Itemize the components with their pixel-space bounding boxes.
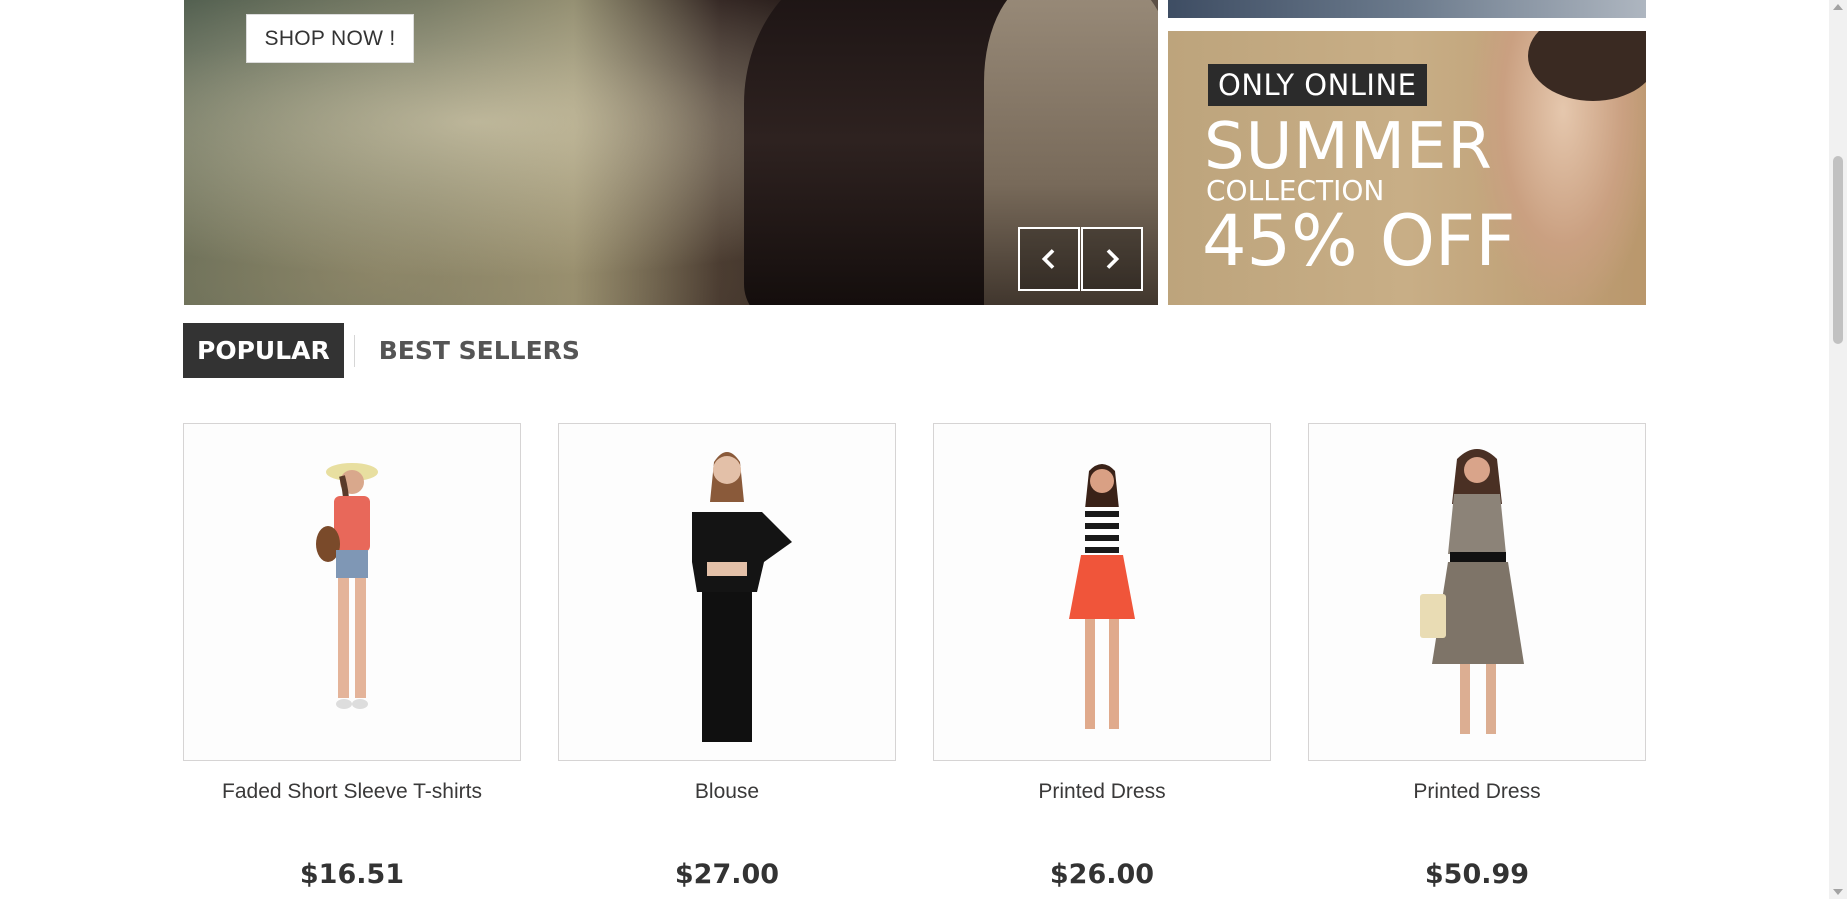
product-tabs: POPULAR BEST SELLERS <box>183 323 594 378</box>
only-online-badge: ONLY ONLINE <box>1208 64 1427 106</box>
product-price: $50.99 <box>1424 859 1530 890</box>
product-card: Blouse $27.00 <box>558 423 896 890</box>
product-image-link[interactable] <box>558 423 896 761</box>
product-price: $27.00 <box>674 859 780 890</box>
product-card: Faded Short Sleeve T-shirts $16.51 <box>183 423 521 890</box>
shop-now-button[interactable]: SHOP NOW ! <box>246 14 414 63</box>
scroll-down-arrow-icon[interactable] <box>1833 889 1843 895</box>
summer-collection-banner[interactable]: ONLY ONLINE SUMMER COLLECTION 45% OFF <box>1168 31 1646 305</box>
product-name[interactable]: Blouse <box>558 779 896 805</box>
slider-prev-button[interactable] <box>1018 227 1080 291</box>
product-image-link[interactable] <box>183 423 521 761</box>
product-image <box>316 463 378 709</box>
chevron-right-icon <box>1106 249 1120 269</box>
page-scrollbar[interactable] <box>1829 0 1847 899</box>
product-name[interactable]: Printed Dress <box>1308 779 1646 805</box>
product-name[interactable]: Faded Short Sleeve T-shirts <box>183 779 521 805</box>
tab-divider <box>353 334 355 367</box>
product-card: Printed Dress $50.99 <box>1308 423 1646 890</box>
top-right-banner[interactable] <box>1168 0 1646 18</box>
page-viewport: SHOP NOW ! ONLY ONLINE SUMMER COLLECTION… <box>0 0 1829 899</box>
banner-discount: 45% OFF <box>1202 200 1516 282</box>
product-image <box>1420 449 1524 734</box>
scroll-up-arrow-icon[interactable] <box>1833 4 1843 10</box>
product-image <box>692 452 792 742</box>
product-price: $16.51 <box>299 859 405 890</box>
slider-next-button[interactable] <box>1081 227 1143 291</box>
scroll-thumb[interactable] <box>1833 156 1843 344</box>
product-image-link[interactable] <box>1308 423 1646 761</box>
banner-title: SUMMER <box>1204 110 1493 184</box>
product-image <box>1069 464 1135 729</box>
product-image-link[interactable] <box>933 423 1271 761</box>
chevron-left-icon <box>1041 249 1055 269</box>
tab-best-sellers[interactable]: BEST SELLERS <box>365 323 594 378</box>
product-price: $26.00 <box>1049 859 1155 890</box>
product-name[interactable]: Printed Dress <box>933 779 1271 805</box>
tab-popular[interactable]: POPULAR <box>183 323 344 378</box>
product-card: Printed Dress $26.00 <box>933 423 1271 890</box>
